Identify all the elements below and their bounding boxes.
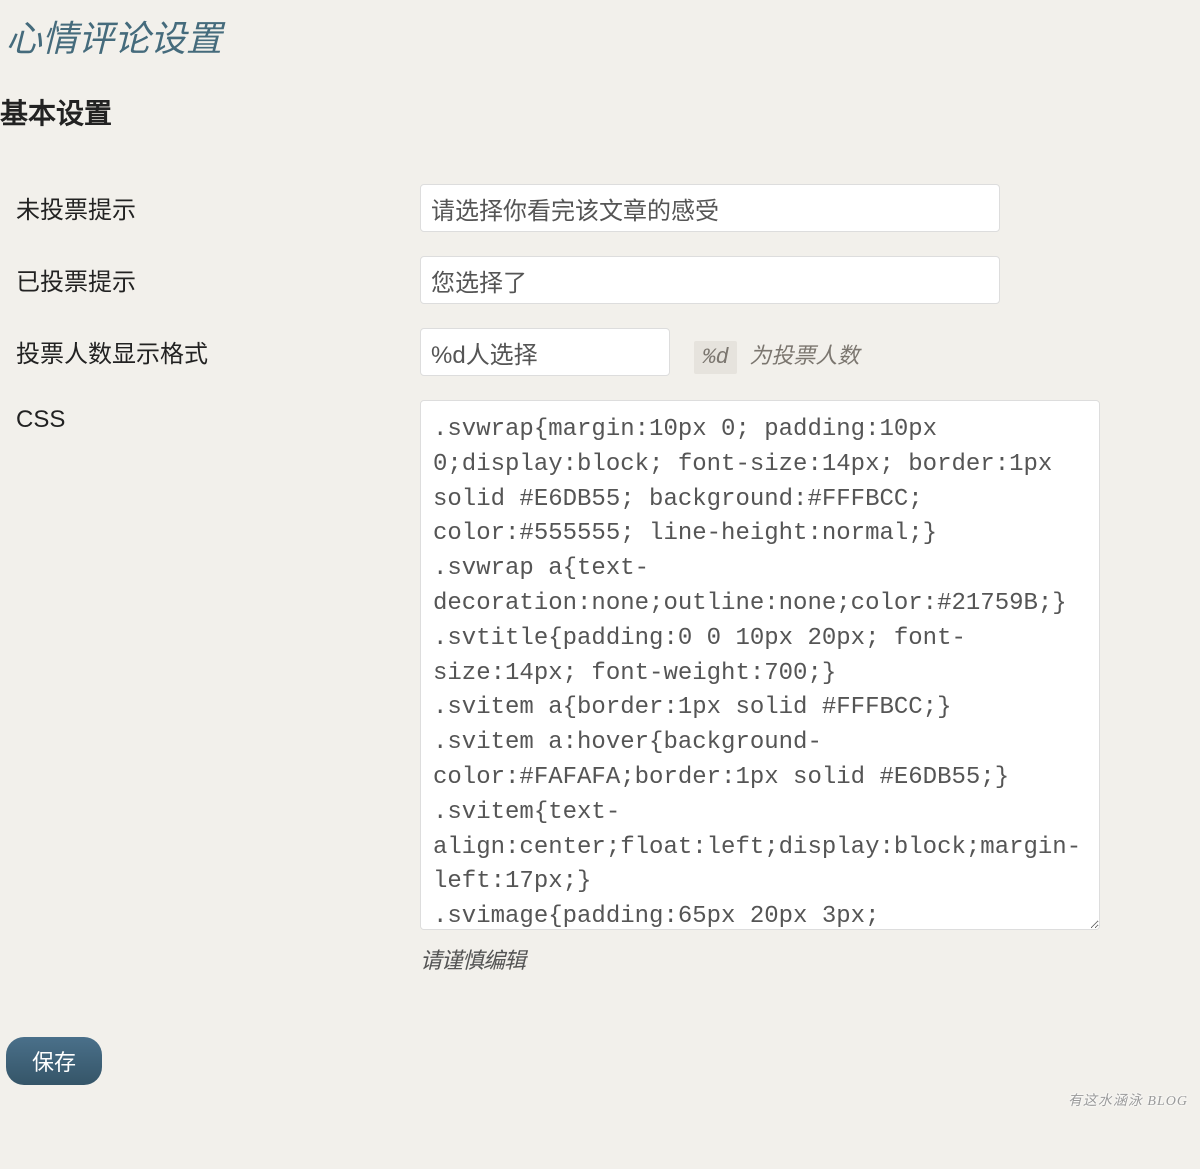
section-heading: 基本设置	[0, 92, 1200, 132]
row-count-format: 投票人数显示格式 %d 为投票人数	[0, 316, 1200, 388]
page-title: 心情评论设置	[6, 10, 1200, 62]
watermark: 有这水涵泳 BLOG	[1068, 1094, 1188, 1109]
save-button[interactable]: 保存	[6, 1037, 102, 1085]
label-voted: 已投票提示	[0, 244, 420, 316]
input-voted[interactable]	[420, 256, 1000, 304]
label-not-voted: 未投票提示	[0, 172, 420, 244]
hint-text: 为投票人数	[749, 343, 859, 368]
label-css: CSS	[0, 388, 420, 987]
label-count-format: 投票人数显示格式	[0, 316, 420, 388]
settings-form: 未投票提示 已投票提示 投票人数显示格式 %d 为投票人数 CSS 请谨慎编辑	[0, 172, 1200, 987]
hint-code: %d	[694, 341, 736, 374]
input-not-voted[interactable]	[420, 184, 1000, 232]
input-count-format[interactable]	[420, 328, 670, 376]
row-voted: 已投票提示	[0, 244, 1200, 316]
css-hint: 请谨慎编辑	[420, 943, 1190, 975]
textarea-css[interactable]	[420, 400, 1100, 930]
row-not-voted: 未投票提示	[0, 172, 1200, 244]
row-css: CSS 请谨慎编辑	[0, 388, 1200, 987]
